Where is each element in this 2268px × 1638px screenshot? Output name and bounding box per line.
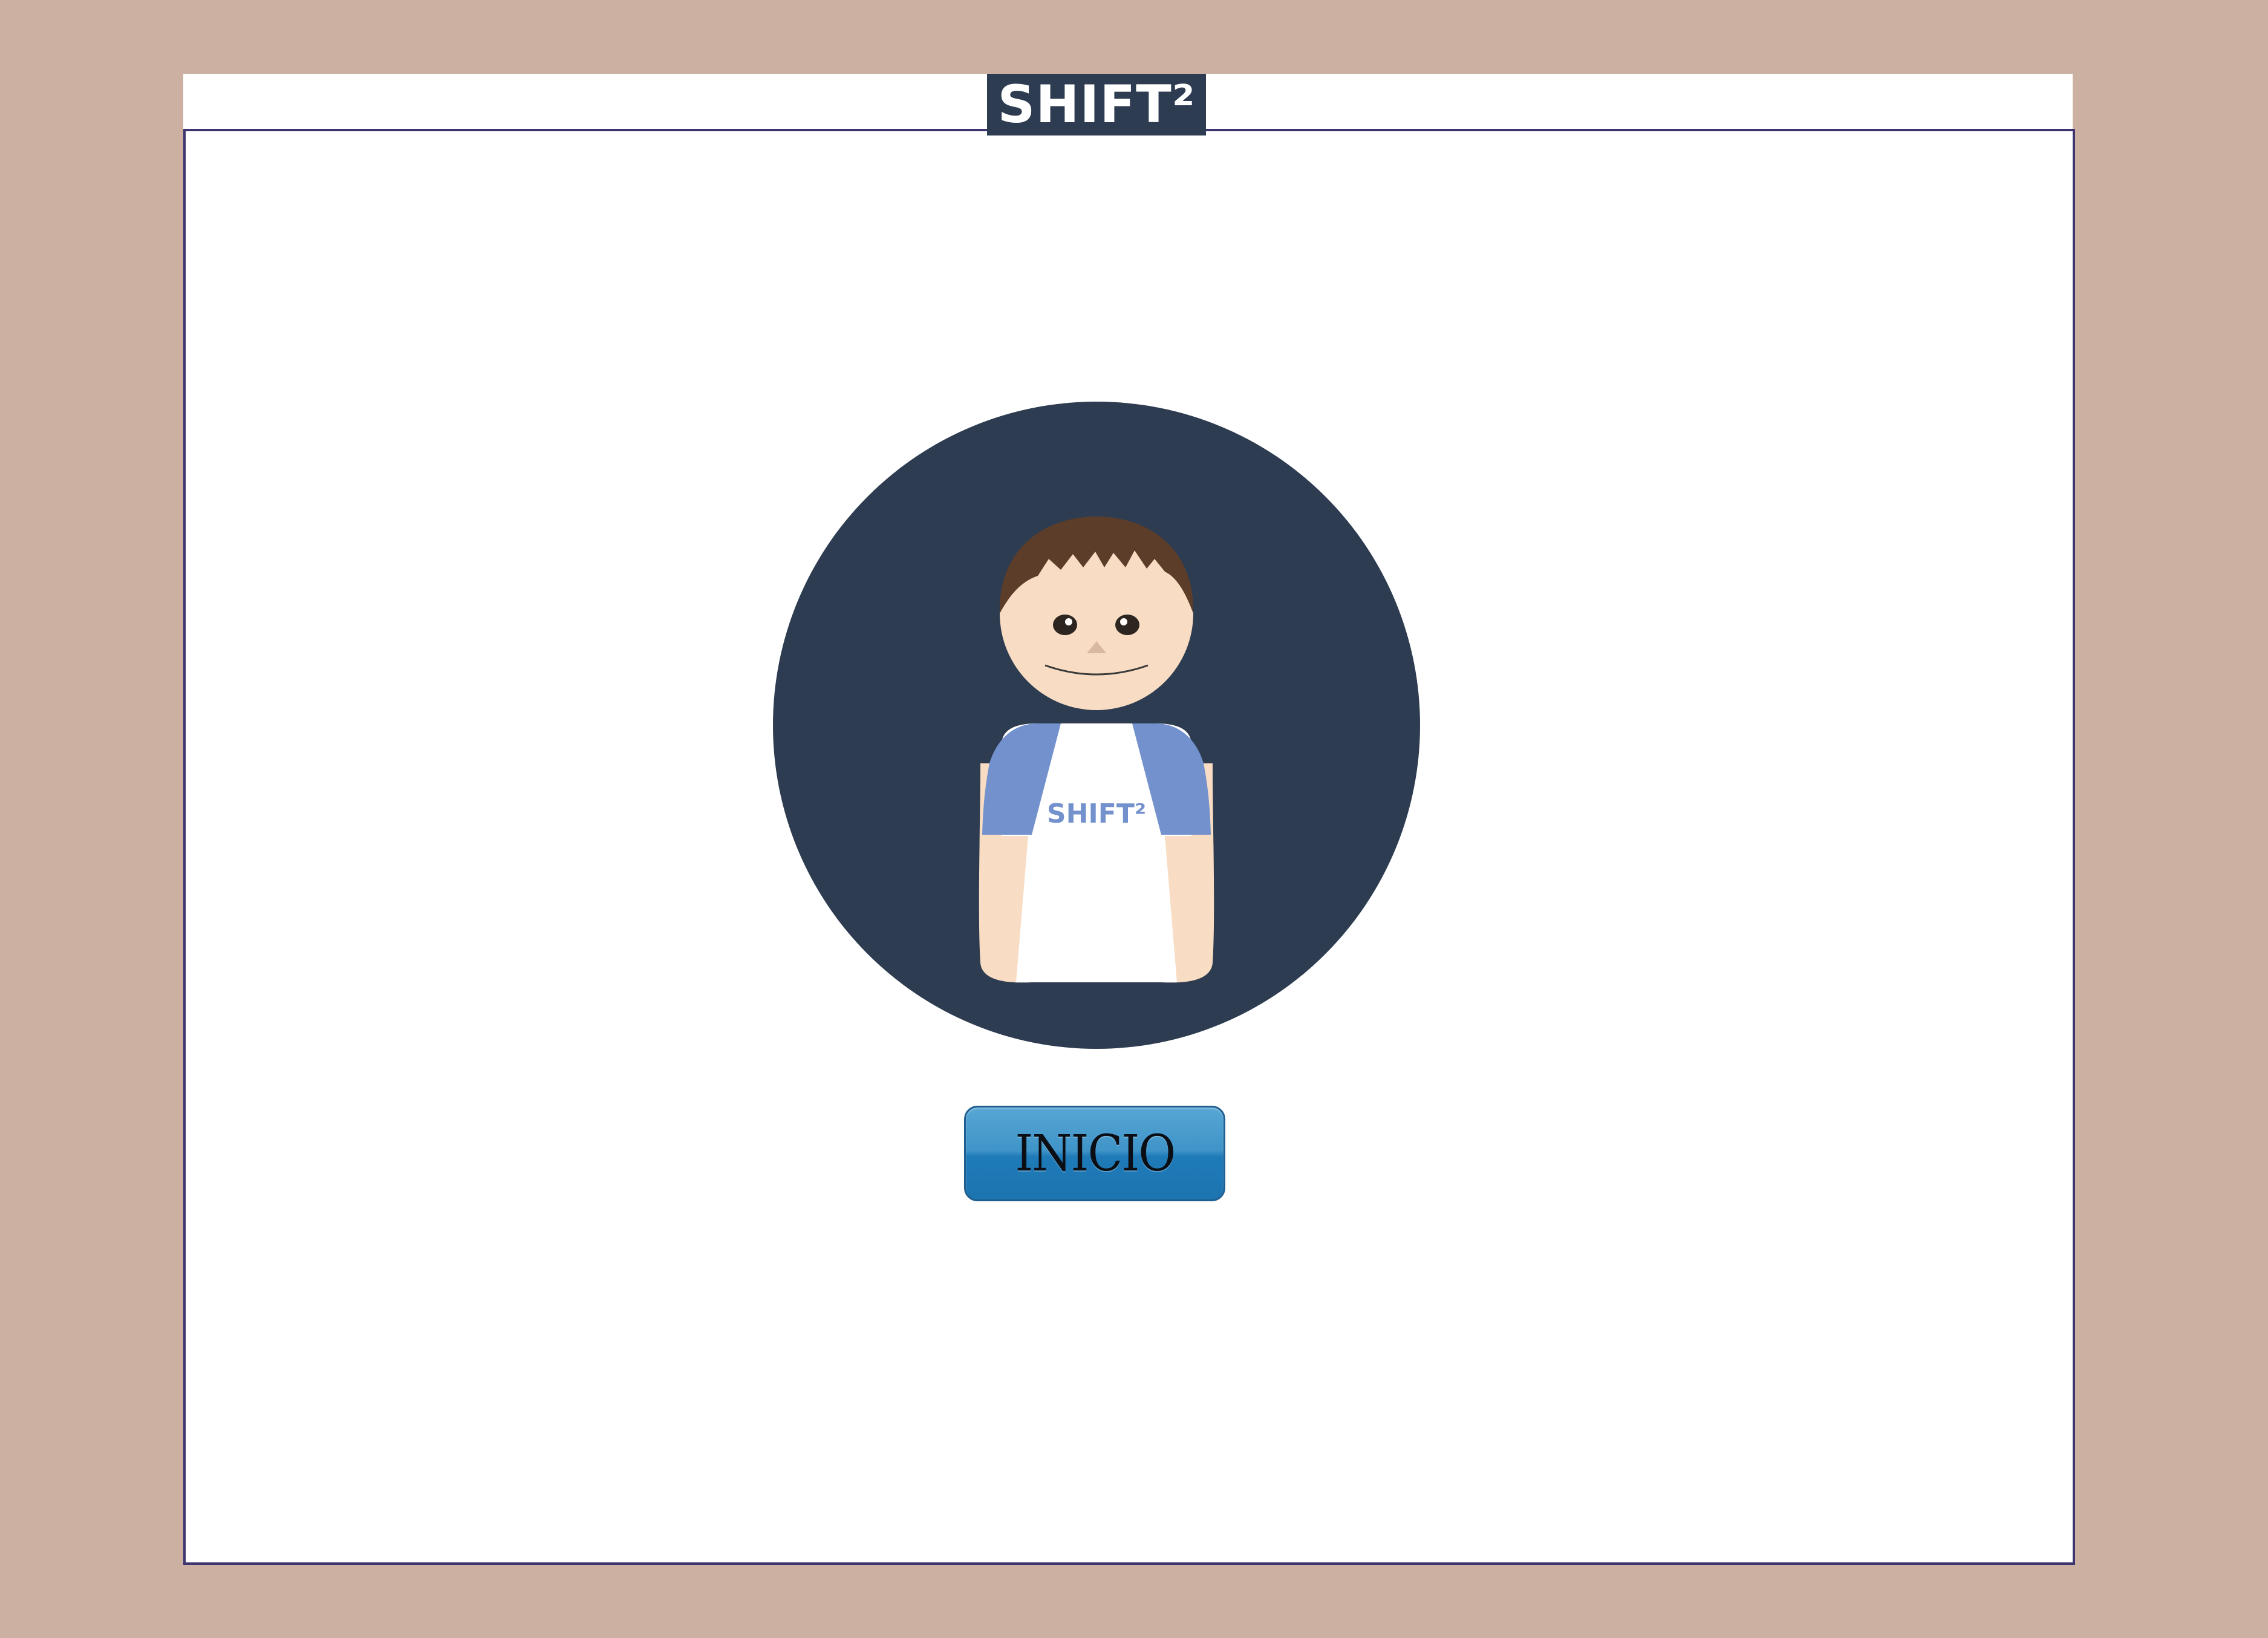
avatar-illustration: SHIFT²: [773, 402, 1420, 1049]
inicio-button[interactable]: INICIO: [964, 1106, 1225, 1201]
right-eye: [1115, 615, 1139, 635]
shirt-print-text: SHIFT²: [1047, 798, 1146, 829]
shift-logo: SHIFT²: [987, 74, 1206, 135]
left-eye: [1053, 615, 1077, 635]
logo-text: SHIFT²: [997, 74, 1196, 135]
right-eye-highlight: [1120, 618, 1127, 625]
avatar-character: SHIFT²: [979, 517, 1214, 983]
left-eye-highlight: [1065, 618, 1072, 625]
inicio-button-label: INICIO: [1015, 1124, 1176, 1183]
